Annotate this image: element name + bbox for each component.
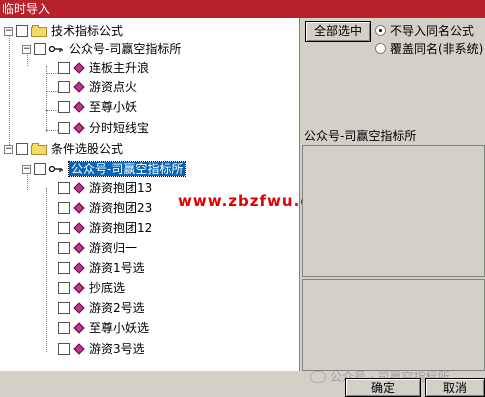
tree-leaf-label: 至尊小妖选 bbox=[89, 321, 150, 335]
tree-node-screener[interactable]: − 条件选股公式 bbox=[4, 140, 123, 158]
tree-leaf[interactable]: 游资抱团13 bbox=[58, 179, 152, 197]
tree-connector bbox=[46, 66, 47, 132]
formula-icon bbox=[73, 282, 85, 294]
formula-icon bbox=[73, 62, 85, 74]
tree-leaf[interactable]: 游资归一 bbox=[58, 239, 137, 257]
tree-connector bbox=[46, 91, 58, 92]
checkbox[interactable] bbox=[58, 242, 70, 254]
checkbox[interactable] bbox=[58, 282, 70, 294]
formula-icon bbox=[73, 242, 85, 254]
radio-unselected-icon bbox=[375, 43, 386, 54]
tree-leaf-label: 游资点火 bbox=[89, 80, 138, 94]
checkbox[interactable] bbox=[16, 143, 28, 155]
folder-icon bbox=[31, 25, 47, 37]
formula-icon bbox=[73, 222, 85, 234]
formula-icon bbox=[73, 122, 85, 134]
wechat-icon bbox=[310, 370, 326, 383]
checkbox[interactable] bbox=[58, 302, 70, 314]
formula-icon bbox=[73, 202, 85, 214]
tree-node-technical[interactable]: − 技术指标公式 bbox=[4, 22, 123, 40]
formula-icon bbox=[73, 182, 85, 194]
tree-connector bbox=[46, 130, 58, 131]
radio-label: 覆盖同名(非系统) bbox=[390, 42, 484, 56]
tree-node-author[interactable]: − 公众号-司赢空指标所 bbox=[22, 40, 181, 58]
checkbox[interactable] bbox=[58, 262, 70, 274]
formula-icon bbox=[73, 101, 85, 113]
tree-leaf[interactable]: 至尊小妖 bbox=[58, 98, 137, 116]
key-icon bbox=[49, 163, 65, 175]
collapse-icon[interactable]: − bbox=[4, 144, 13, 154]
tree-leaf-label: 游资1号选 bbox=[89, 261, 145, 275]
tree-leaf[interactable]: 至尊小妖选 bbox=[58, 319, 149, 337]
tree-leaf-label: 连板主升浪 bbox=[89, 61, 150, 75]
tree-leaf[interactable]: 游资3号选 bbox=[58, 340, 145, 358]
tree-leaf-label: 至尊小妖 bbox=[89, 100, 138, 114]
tree-node-label: 技术指标公式 bbox=[51, 24, 124, 38]
collapse-icon[interactable]: − bbox=[22, 44, 31, 54]
tree-leaf[interactable]: 抄底选 bbox=[58, 279, 125, 297]
tree-leaf-label: 游资归一 bbox=[89, 241, 138, 255]
tree-leaf[interactable]: 分时短线宝 bbox=[58, 119, 149, 137]
checkbox[interactable] bbox=[58, 101, 70, 113]
radio-skip-duplicates[interactable]: 不导入同名公式 bbox=[375, 22, 474, 39]
checkbox[interactable] bbox=[58, 122, 70, 134]
formula-icon bbox=[73, 81, 85, 93]
tree-leaf[interactable]: 游资1号选 bbox=[58, 259, 145, 277]
tree-leaf[interactable]: 游资点火 bbox=[58, 78, 137, 96]
tree-connector bbox=[9, 31, 10, 153]
collapse-icon[interactable]: − bbox=[4, 26, 13, 36]
tree-connector bbox=[46, 110, 58, 111]
key-icon bbox=[49, 43, 65, 55]
tree-node-label: 条件选股公式 bbox=[51, 142, 124, 156]
tree-leaf[interactable]: 连板主升浪 bbox=[58, 59, 149, 77]
tree-leaf-label: 游资3号选 bbox=[89, 342, 145, 356]
tree-leaf-label: 分时短线宝 bbox=[89, 121, 150, 135]
tree-node-label: 公众号-司赢空指标所 bbox=[67, 161, 187, 177]
folder-icon bbox=[31, 143, 47, 155]
checkbox[interactable] bbox=[58, 81, 70, 93]
detail-panel bbox=[302, 279, 485, 371]
tree-leaf[interactable]: 游资抱团12 bbox=[58, 219, 152, 237]
collapse-icon[interactable]: − bbox=[22, 164, 31, 174]
tree-leaf[interactable]: 游资2号选 bbox=[58, 299, 145, 317]
radio-selected-icon bbox=[375, 25, 386, 36]
radio-label: 不导入同名公式 bbox=[390, 24, 475, 38]
checkbox[interactable] bbox=[16, 25, 28, 37]
formula-icon bbox=[73, 343, 85, 355]
tree-connector bbox=[46, 73, 58, 74]
select-all-button[interactable]: 全部选中 bbox=[305, 21, 371, 42]
formula-icon bbox=[73, 322, 85, 334]
tree-connector bbox=[46, 188, 47, 352]
checkbox[interactable] bbox=[58, 182, 70, 194]
checkbox[interactable] bbox=[58, 222, 70, 234]
ok-button[interactable]: 确定 bbox=[345, 378, 421, 397]
info-label: 公众号-司赢空指标所 bbox=[304, 129, 417, 143]
tree-node-author-selected[interactable]: − 公众号-司赢空指标所 bbox=[22, 160, 187, 178]
checkbox[interactable] bbox=[34, 43, 46, 55]
description-panel bbox=[302, 145, 485, 277]
formula-icon bbox=[73, 302, 85, 314]
tree-leaf-label: 游资2号选 bbox=[89, 301, 145, 315]
checkbox[interactable] bbox=[34, 163, 46, 175]
checkbox[interactable] bbox=[58, 202, 70, 214]
tree-leaf-label: 游资抱团13 bbox=[89, 181, 153, 195]
tree-leaf-label: 游资抱团12 bbox=[89, 221, 153, 235]
formula-icon bbox=[73, 262, 85, 274]
tree-leaf-label: 抄底选 bbox=[89, 281, 126, 295]
checkbox[interactable] bbox=[58, 62, 70, 74]
radio-overwrite[interactable]: 覆盖同名(非系统) bbox=[375, 40, 483, 57]
checkbox[interactable] bbox=[58, 322, 70, 334]
window-title: 临时导入 bbox=[0, 0, 485, 18]
tree-node-label: 公众号-司赢空指标所 bbox=[69, 42, 182, 56]
cancel-button[interactable]: 取消 bbox=[425, 378, 485, 397]
tree-leaf-label: 游资抱团23 bbox=[89, 201, 153, 215]
checkbox[interactable] bbox=[58, 343, 70, 355]
tree-leaf[interactable]: 游资抱团23 bbox=[58, 199, 152, 217]
